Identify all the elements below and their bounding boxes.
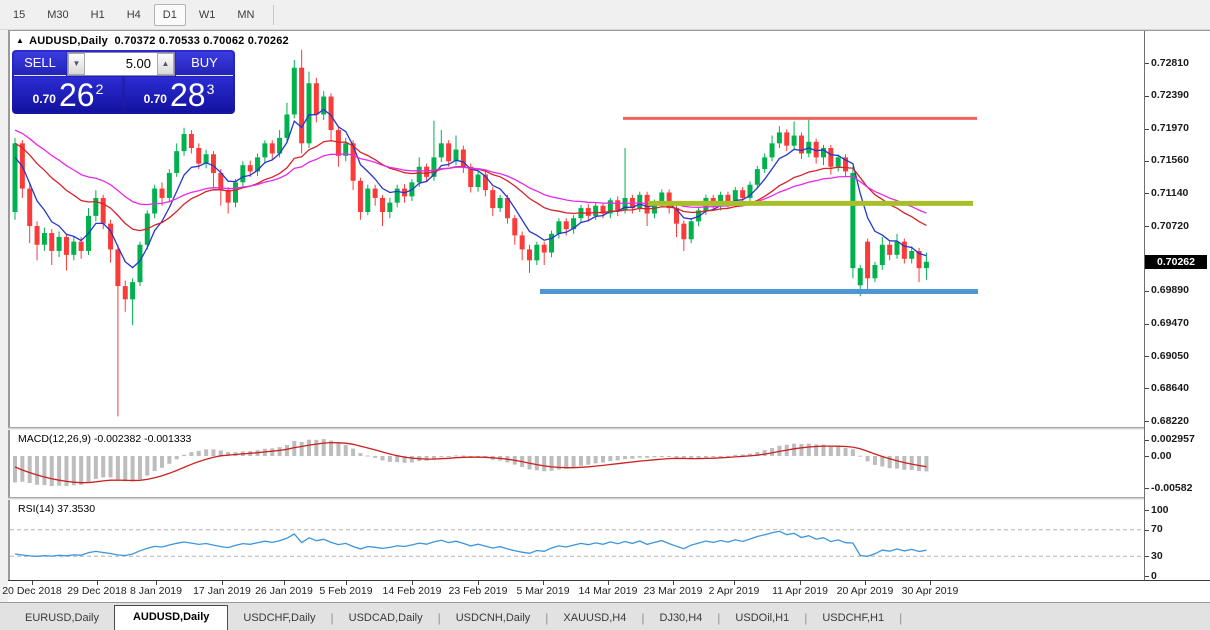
timeframe-button-W1[interactable]: W1 [190, 4, 225, 26]
tab-audusd-daily[interactable]: AUDUSD,Daily [114, 605, 228, 630]
macd-signal-line [15, 443, 926, 483]
axis-tick [1145, 556, 1149, 557]
volume-input[interactable]: 5.00 [85, 53, 157, 75]
axis-tick [1145, 488, 1149, 489]
timeframe-button-MN[interactable]: MN [228, 4, 263, 26]
price-tick-label: 0.72390 [1151, 89, 1189, 101]
symbol-marker-icon: ▲ [16, 36, 24, 45]
toolbar-separator [273, 5, 274, 25]
price-tick-label: 0.72810 [1151, 57, 1189, 69]
axis-tick [1145, 440, 1149, 441]
timeframe-button-15[interactable]: 15 [4, 4, 34, 26]
current-price-badge: 0.70262 [1145, 255, 1207, 269]
one-click-trade-panel: SELL ▼ 5.00 ▲ BUY 0.70 26 2 0.70 28 3 [12, 50, 235, 114]
tab-usdcad-daily[interactable]: USDCAD,Daily [334, 607, 438, 630]
volume-decrease-icon[interactable]: ▼ [68, 53, 85, 75]
axis-tick [1145, 129, 1149, 130]
buy-price-base: 0.70 [144, 92, 167, 106]
axis-tick [1145, 456, 1149, 457]
price-tick-label: 0.70720 [1151, 220, 1189, 232]
tab-eurusd-daily[interactable]: EURUSD,Daily [10, 607, 114, 630]
timeframe-toolbar: 15M30H1H4D1W1MN [0, 0, 1210, 30]
axis-tick [1145, 388, 1149, 389]
axis-tick [1145, 96, 1149, 97]
buy-button[interactable]: BUY [176, 52, 233, 76]
axis-tick [1145, 193, 1149, 194]
axis-tick [1145, 226, 1149, 227]
price-tick-label: 0.68640 [1151, 382, 1189, 394]
axis-tick [1145, 356, 1149, 357]
macd-tick-label: 0.00 [1151, 450, 1171, 462]
tab-separator: | [899, 611, 902, 625]
sell-price-big: 26 [59, 80, 95, 110]
tab-usdchf-h1[interactable]: USDCHF,H1 [807, 607, 899, 630]
sell-button[interactable]: SELL [14, 52, 66, 76]
symbol-ohlc-values: 0.70372 0.70533 0.70062 0.70262 [114, 35, 288, 47]
price-tick-label: 0.68220 [1151, 415, 1189, 427]
price-tick-label: 0.69890 [1151, 284, 1189, 296]
macd-indicator-label: MACD(12,26,9) -0.002382 -0.001333 [18, 433, 191, 445]
price-axis[interactable]: 0.72810 0.72390 0.71970 0.71560 0.71140 0.707… [1145, 31, 1210, 580]
volume-increase-icon[interactable]: ▲ [157, 53, 174, 75]
tab-xauusd-h4[interactable]: XAUUSD,H4 [548, 607, 641, 630]
tab-usdcnh-daily[interactable]: USDCNH,Daily [441, 607, 546, 630]
price-tick-label: 0.71970 [1151, 122, 1189, 134]
axis-tick [1145, 510, 1149, 511]
buy-price-big: 28 [170, 80, 206, 110]
axis-tick [1145, 161, 1149, 162]
macd-tick-label: 0.002957 [1151, 433, 1195, 445]
axis-tick [1145, 530, 1149, 531]
macd-tick-label: -0.00582 [1151, 482, 1192, 494]
timeframe-button-M30[interactable]: M30 [38, 4, 77, 26]
sell-price-base: 0.70 [33, 92, 56, 106]
symbol-name: AUDUSD,Daily [29, 35, 108, 47]
tab-usdchf-daily[interactable]: USDCHF,Daily [228, 607, 330, 630]
timeframe-button-H1[interactable]: H1 [82, 4, 114, 26]
price-tick-label: 0.71560 [1151, 154, 1189, 166]
buy-price-display[interactable]: 0.70 28 3 [125, 77, 233, 112]
axis-tick [1145, 576, 1149, 577]
axis-tick [1145, 291, 1149, 292]
sell-price-sup: 2 [96, 82, 104, 96]
rsi-line [15, 531, 926, 556]
chart-symbol-header: ▲ AUDUSD,Daily 0.70372 0.70533 0.70062 0.… [16, 35, 289, 47]
volume-box: ▼ 5.00 ▲ [67, 52, 175, 76]
tab-usdoil-h1[interactable]: USDOil,H1 [720, 607, 804, 630]
axis-separator-line [1144, 31, 1145, 581]
axis-tick [1145, 324, 1149, 325]
axis-tick [1145, 63, 1149, 64]
symbol-tabs: EURUSD,DailyAUDUSD,DailyUSDCHF,Daily|USD… [0, 602, 1210, 630]
price-tick-label: 0.71140 [1151, 187, 1188, 199]
rsi-tick-label: 30 [1151, 550, 1163, 562]
sell-price-display[interactable]: 0.70 26 2 [14, 77, 122, 112]
rsi-indicator-label: RSI(14) 37.3530 [18, 503, 95, 515]
axis-tick [1145, 421, 1149, 422]
price-tick-label: 0.69050 [1151, 350, 1189, 362]
rsi-pane[interactable] [10, 500, 1145, 579]
rsi-tick-label: 70 [1151, 523, 1163, 535]
rsi-tick-label: 100 [1151, 504, 1169, 516]
price-tick-label: 0.69470 [1151, 317, 1189, 329]
tab-dj30-h4[interactable]: DJ30,H4 [645, 607, 718, 630]
buy-price-sup: 3 [207, 82, 215, 96]
timeframe-button-H4[interactable]: H4 [118, 4, 150, 26]
date-tick-label: 30 Apr 2019 [887, 585, 973, 597]
date-axis[interactable]: 20 Dec 201829 Dec 20188 Jan 201917 Jan 2… [8, 580, 1210, 602]
timeframe-button-D1[interactable]: D1 [154, 4, 186, 26]
